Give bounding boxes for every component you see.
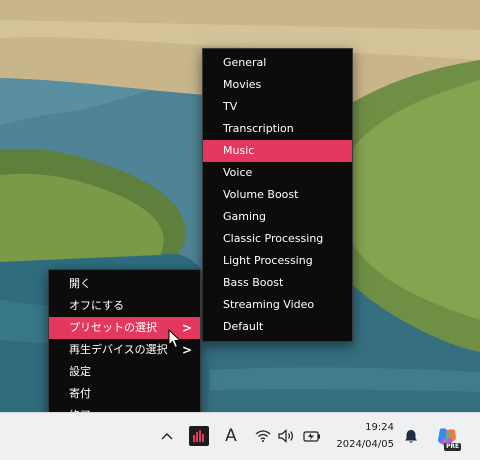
preset-item-tv[interactable]: TV xyxy=(203,96,352,118)
battery-icon[interactable] xyxy=(302,427,322,445)
menu-item-settings[interactable]: 設定 xyxy=(49,361,200,383)
menu-item-label: 再生デバイスの選択 xyxy=(69,343,168,356)
chevron-right-icon: > xyxy=(181,321,192,335)
chevron-right-icon: > xyxy=(181,343,192,357)
preset-item-default[interactable]: Default xyxy=(203,316,352,338)
menu-item-turn-off[interactable]: オフにする xyxy=(49,295,200,317)
ime-indicator-text: A xyxy=(225,426,237,446)
mouse-cursor-icon xyxy=(168,328,182,353)
notification-bell-icon[interactable] xyxy=(402,427,420,445)
menu-item-label: プリセットの選択 xyxy=(69,321,157,334)
preview-badge: PRE xyxy=(444,443,462,451)
menu-item-label: オフにする xyxy=(69,299,125,312)
preset-item-music[interactable]: Music xyxy=(203,140,352,162)
preset-item-light-processing[interactable]: Light Processing xyxy=(203,250,352,272)
preset-item-volume-boost[interactable]: Volume Boost xyxy=(203,184,352,206)
menu-item-label: 開く xyxy=(69,277,91,290)
clock-time: 19:24 xyxy=(365,422,394,433)
preset-item-transcription[interactable]: Transcription xyxy=(203,118,352,140)
preset-item-gaming[interactable]: Gaming xyxy=(203,206,352,228)
preset-item-streaming-video[interactable]: Streaming Video xyxy=(203,294,352,316)
preset-item-voice[interactable]: Voice xyxy=(203,162,352,184)
preset-item-general[interactable]: General xyxy=(203,52,352,74)
menu-item-donate[interactable]: 寄付 xyxy=(49,383,200,405)
preset-item-bass-boost[interactable]: Bass Boost xyxy=(203,272,352,294)
preset-item-movies[interactable]: Movies xyxy=(203,74,352,96)
clock-date: 2024/04/05 xyxy=(336,439,394,450)
menu-item-label: 寄付 xyxy=(69,387,91,400)
menu-item-open[interactable]: 開く xyxy=(49,273,200,295)
copilot-icon[interactable]: PRE xyxy=(434,423,462,451)
chevron-up-icon[interactable] xyxy=(158,427,176,445)
taskbar-clock[interactable]: 19:24 2024/04/05 xyxy=(330,419,394,453)
wifi-icon[interactable] xyxy=(254,427,272,445)
ime-icon[interactable]: A xyxy=(222,424,240,448)
audio-app-icon[interactable] xyxy=(189,426,209,446)
speaker-icon[interactable] xyxy=(277,427,297,445)
preset-item-classic-processing[interactable]: Classic Processing xyxy=(203,228,352,250)
preset-submenu: General Movies TV Transcription Music Vo… xyxy=(202,48,353,342)
taskbar: A 19:24 2024/04/05 PRE xyxy=(0,412,480,460)
menu-item-label: 設定 xyxy=(69,365,91,378)
